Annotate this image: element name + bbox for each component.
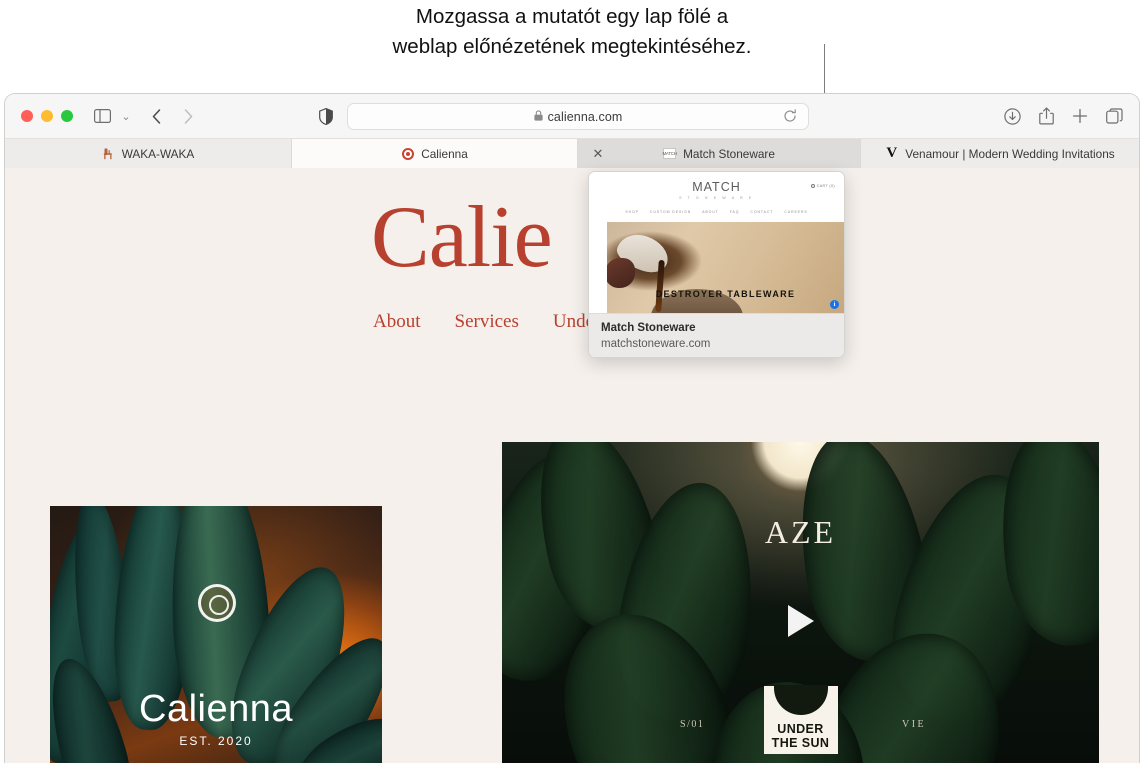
minimize-window-button[interactable]: [41, 110, 53, 122]
chair-icon: [102, 147, 115, 160]
preview-hero-image: DESTROYER TABLEWARE: [607, 222, 844, 315]
series-label: VIE: [902, 719, 927, 730]
callout-line-1: Mozgassa a mutatót egy lap fölé a: [415, 5, 729, 28]
toolbar-right-actions: [1001, 105, 1125, 127]
tab-bar: WAKA-WAKA Calienna ✕ MATCH Match Stonewa…: [5, 139, 1139, 168]
preview-footer: Match Stoneware matchstoneware.com: [589, 313, 844, 357]
share-icon[interactable]: [1035, 105, 1057, 127]
browser-toolbar: ⌄ calienna.com: [5, 94, 1139, 139]
tab-label: Venamour | Modern Wedding Invitations: [905, 146, 1115, 161]
tab-preview-popup: MATCH S T O N E W A R E CART (0) SHOP CU…: [588, 171, 845, 358]
download-icon[interactable]: [1001, 105, 1023, 127]
hand-shape: [607, 258, 635, 288]
tab-overview-icon[interactable]: [1103, 105, 1125, 127]
logo-line-2: THE SUN: [771, 736, 830, 750]
nav-about: ABOUT: [702, 210, 719, 214]
tab-label: WAKA-WAKA: [121, 146, 195, 161]
sun-icon: [401, 147, 414, 160]
match-icon: MATCH: [662, 147, 677, 160]
preview-url: matchstoneware.com: [601, 338, 711, 350]
tab-calienna[interactable]: Calienna: [292, 139, 578, 168]
maximize-window-button[interactable]: [61, 110, 73, 122]
preview-site-navigation: SHOP CUSTOM DESIGN ABOUT FAQ CONTACT CAR…: [589, 210, 844, 214]
card-brand-name: Calienna: [139, 688, 293, 730]
lock-icon: [533, 108, 543, 126]
web-page-content: Calie About Services Under T Calienna ES: [5, 168, 1139, 763]
nav-link-about[interactable]: About: [373, 311, 421, 333]
nav-shop: SHOP: [625, 210, 639, 214]
forward-button[interactable]: [177, 105, 199, 127]
card-video-aze[interactable]: AZE S/01 VIE UNDER THE SUN: [502, 442, 1099, 763]
address-bar[interactable]: calienna.com: [347, 103, 809, 130]
new-tab-button[interactable]: [1069, 105, 1091, 127]
episode-label: S/01: [680, 719, 705, 730]
accessibility-badge-icon: i: [830, 300, 839, 309]
callout-text: Mozgassa a mutatót egy lap fölé a weblap…: [0, 2, 1144, 62]
reload-icon[interactable]: [783, 109, 799, 125]
preview-title: Match Stoneware: [601, 322, 696, 334]
nav-custom-design: CUSTOM DESIGN: [649, 210, 692, 214]
nav-faq: FAQ: [729, 210, 740, 214]
v-icon: V: [886, 145, 898, 161]
video-title: AZE: [764, 514, 837, 550]
play-icon[interactable]: [787, 605, 814, 637]
privacy-shield-icon[interactable]: [315, 105, 337, 127]
tab-label: Match Stoneware: [683, 146, 775, 161]
moon-shape: [773, 685, 828, 715]
match-logo: MATCH: [692, 180, 741, 194]
back-button[interactable]: [145, 105, 167, 127]
chevron-down-icon[interactable]: ⌄: [118, 105, 134, 127]
tab-venamour[interactable]: V Venamour | Modern Wedding Invitations: [861, 139, 1139, 168]
preview-site-render: MATCH S T O N E W A R E CART (0) SHOP CU…: [589, 172, 844, 315]
tab-label: Calienna: [421, 146, 468, 161]
site-navigation: About Services Under T: [373, 311, 616, 333]
sun-face-logo-icon: [198, 584, 236, 622]
nav-link-services[interactable]: Services: [455, 311, 519, 333]
cart-indicator: CART (0): [810, 184, 835, 188]
callout-line-2: weblap előnézetének megtekintéséhez.: [392, 35, 752, 58]
tab-match-stoneware[interactable]: ✕ MATCH Match Stoneware: [578, 139, 861, 168]
under-the-sun-logo: UNDER THE SUN: [763, 685, 838, 754]
page-title: Calie: [371, 189, 553, 286]
browser-window: ⌄ calienna.com WAKA-WAKA Calienna ✕ MATC…: [4, 93, 1140, 763]
logo-line-1: UNDER: [777, 722, 824, 736]
card-established-text: EST. 2020: [179, 734, 253, 748]
search-icon: [810, 184, 815, 188]
close-tab-button[interactable]: ✕: [590, 139, 606, 168]
cart-label: CART (0): [816, 184, 835, 188]
window-controls: [21, 110, 73, 122]
match-logo-subtitle: S T O N E W A R E: [679, 196, 754, 200]
sidebar-icon[interactable]: [91, 105, 113, 127]
nav-careers: CAREERS: [784, 210, 808, 214]
card-calienna-brand[interactable]: Calienna EST. 2020: [50, 506, 382, 763]
url-text: calienna.com: [547, 109, 623, 124]
close-window-button[interactable]: [21, 110, 33, 122]
screenshot-root: Mozgassa a mutatót egy lap fölé a weblap…: [0, 0, 1144, 763]
nav-contact: CONTACT: [750, 210, 774, 214]
hero-headline: DESTROYER TABLEWARE: [655, 289, 796, 299]
tab-waka-waka[interactable]: WAKA-WAKA: [5, 139, 292, 168]
